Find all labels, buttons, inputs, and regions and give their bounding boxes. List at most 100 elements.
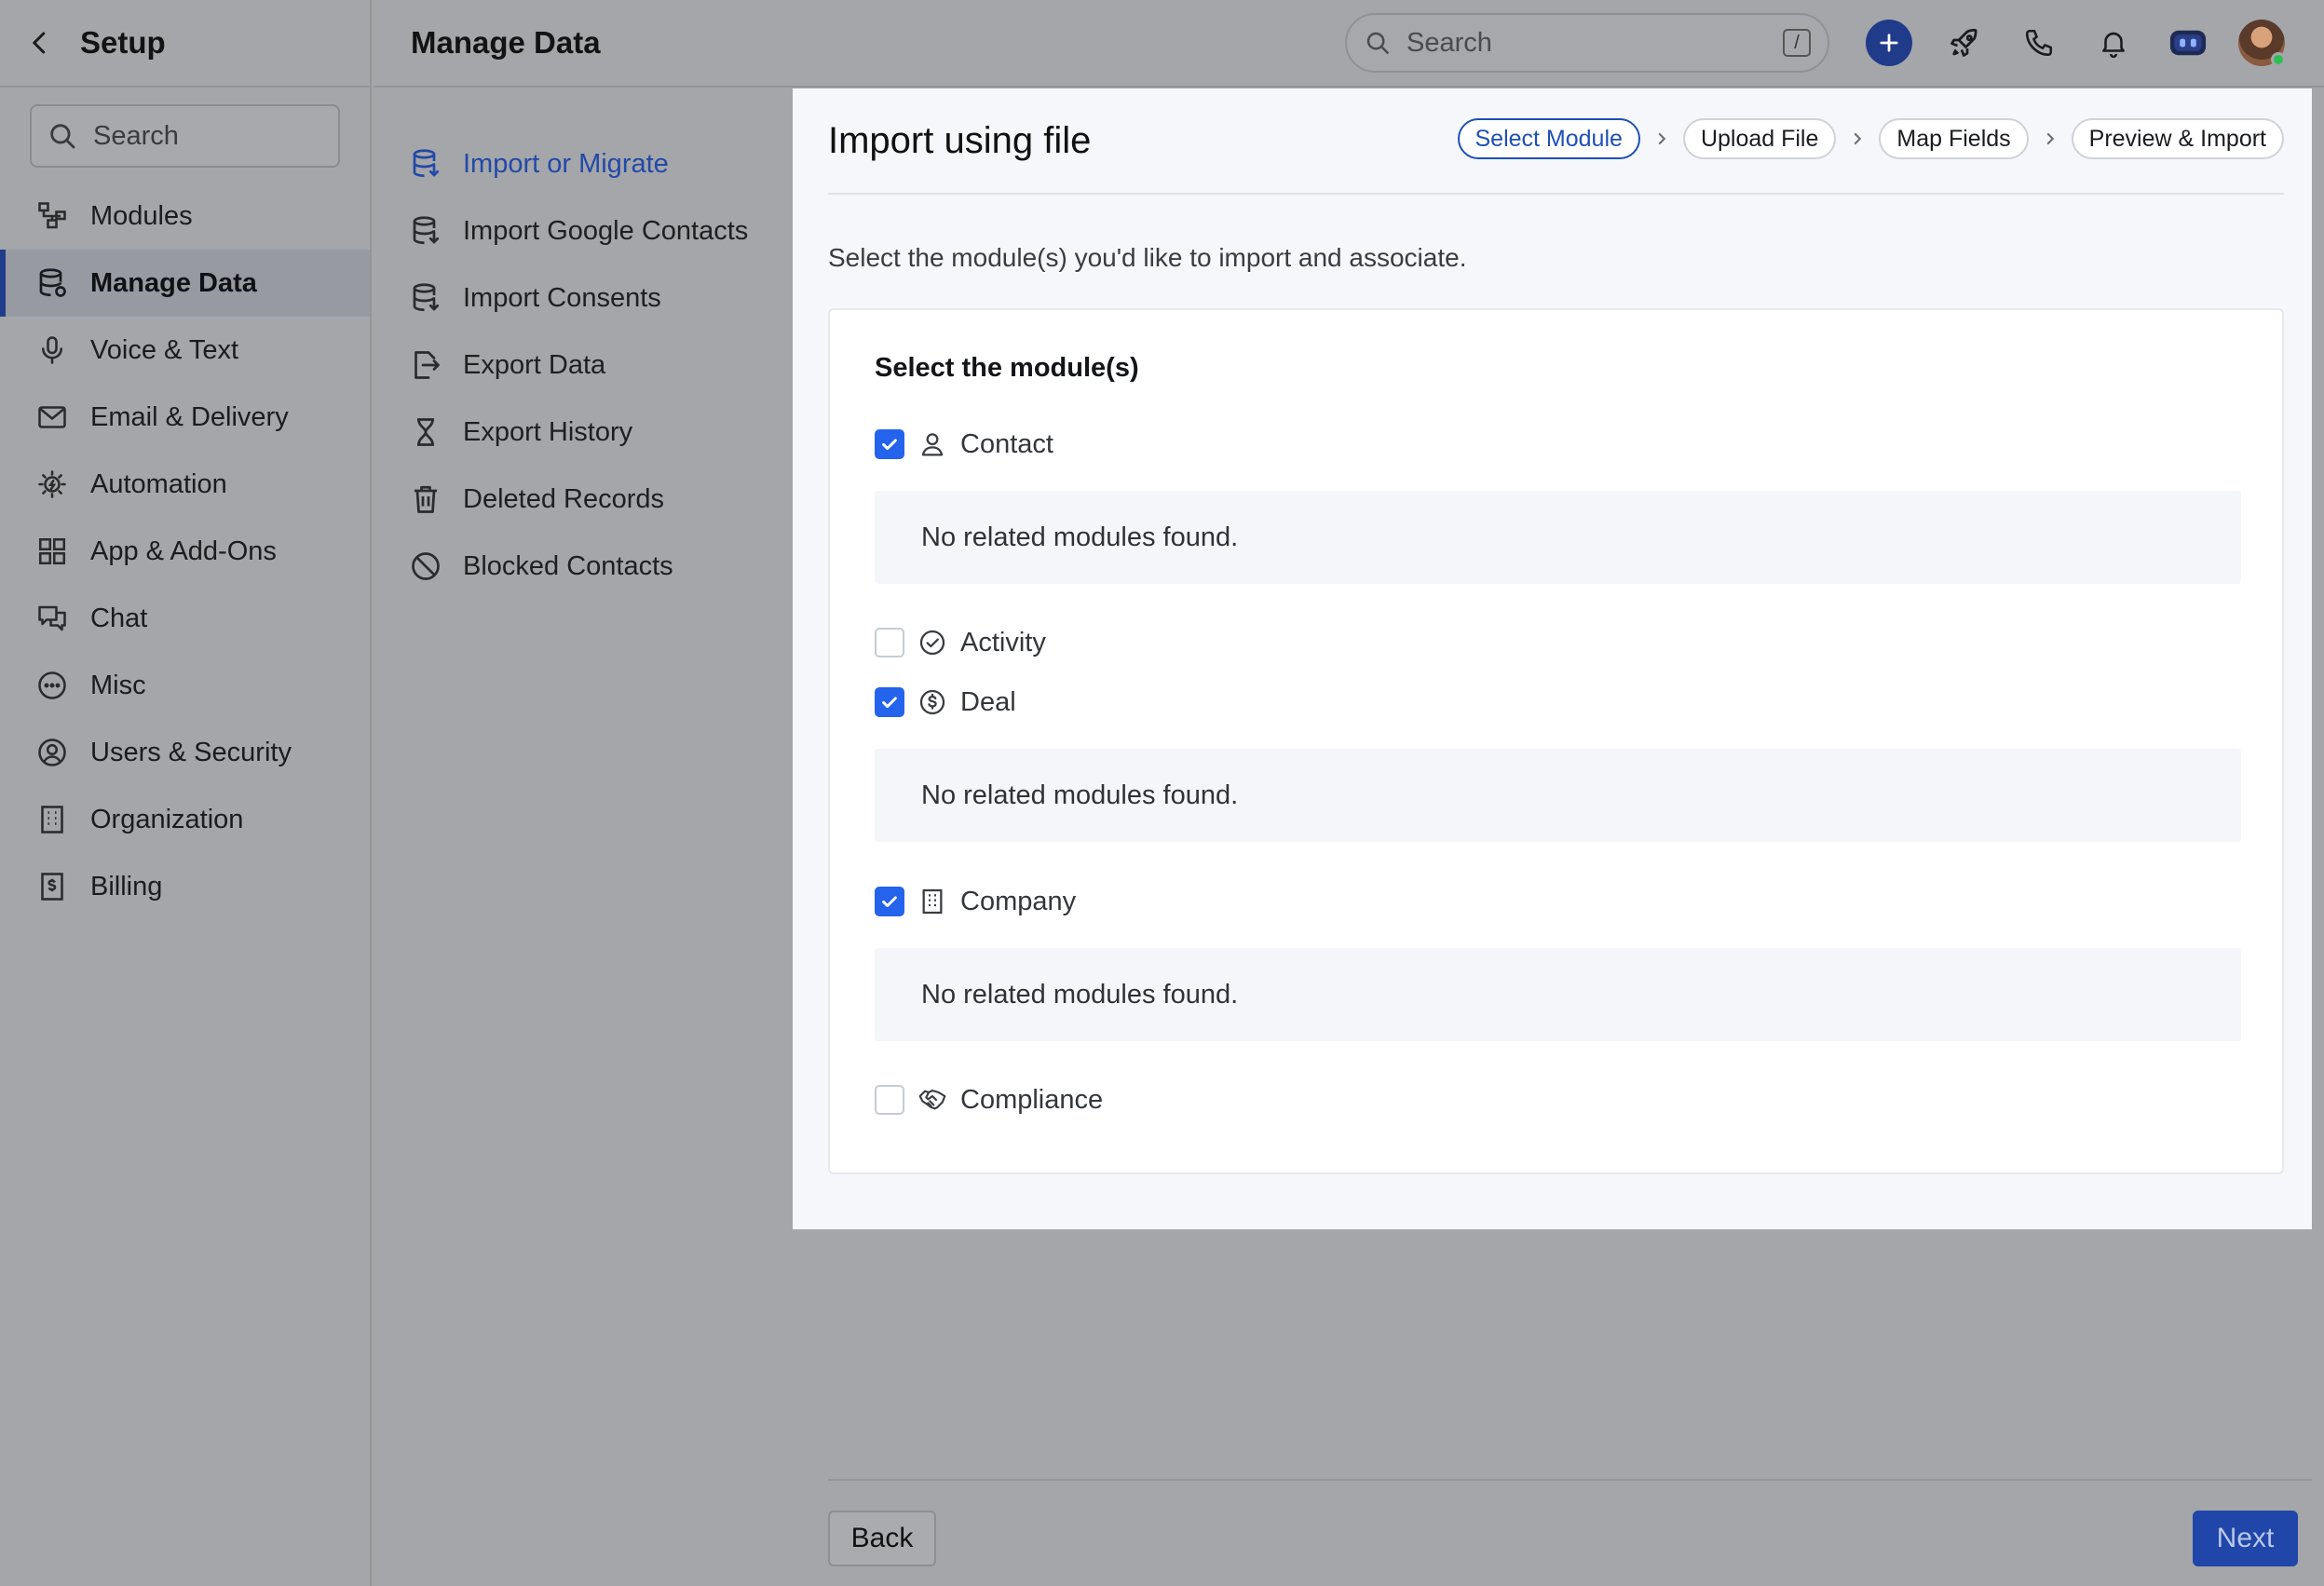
submenu-item-import-google-contacts[interactable]: Import Google Contacts xyxy=(374,197,793,264)
sidebar-item-organization[interactable]: Organization xyxy=(0,786,370,853)
submenu-item-label: Export History xyxy=(463,416,633,447)
sidebar-item-label: Voice & Text xyxy=(90,334,239,365)
sidebar-item-billing[interactable]: Billing xyxy=(0,853,370,920)
apps-grid-icon xyxy=(38,537,66,565)
step-upload-file[interactable]: Upload File xyxy=(1682,118,1837,159)
rocket-icon xyxy=(1950,29,1977,57)
user-avatar[interactable] xyxy=(2238,20,2286,67)
company-checkbox[interactable] xyxy=(875,887,904,916)
sidebar-item-users-security[interactable]: Users & Security xyxy=(0,719,370,786)
sidebar-item-misc[interactable]: Misc xyxy=(0,652,370,719)
step-map-fields[interactable]: Map Fields xyxy=(1879,118,2029,159)
phone-icon xyxy=(2025,29,2053,57)
sidebar-search[interactable] xyxy=(30,104,340,168)
contact-checkbox[interactable] xyxy=(875,429,904,459)
related-modules-contact: No related modules found. xyxy=(875,491,2241,584)
manage-data-submenu: Import or Migrate Import Google Contacts… xyxy=(374,89,793,600)
modal-description: Select the module(s) you'd like to impor… xyxy=(828,243,1467,272)
sidebar-item-email-delivery[interactable]: Email & Delivery xyxy=(0,384,370,451)
module-label: Deal xyxy=(960,686,1016,717)
online-status-dot xyxy=(2271,52,2286,67)
sidebar-title: Setup xyxy=(80,25,166,60)
building-icon xyxy=(922,888,943,915)
launch-button[interactable] xyxy=(1940,19,1989,67)
database-import-icon xyxy=(413,283,440,312)
module-row-compliance[interactable]: Compliance xyxy=(875,1081,1103,1118)
step-select-module[interactable]: Select Module xyxy=(1457,118,1640,159)
back-arrow-icon[interactable] xyxy=(26,29,54,57)
hourglass-icon xyxy=(417,418,434,446)
back-button[interactable]: Back xyxy=(828,1511,936,1566)
trash-icon xyxy=(415,485,437,513)
module-row-contact[interactable]: Contact xyxy=(875,426,1053,463)
sidebar-item-label: Organization xyxy=(90,804,244,834)
step-separator xyxy=(2029,132,2072,145)
submenu-item-export-history[interactable]: Export History xyxy=(374,399,793,466)
next-button[interactable]: Next xyxy=(2193,1511,2298,1566)
sidebar-item-chat[interactable]: Chat xyxy=(0,585,370,652)
search-shortcut-key: / xyxy=(1783,29,1811,57)
modal-header: Import using file Select Module Upload F… xyxy=(828,88,2284,195)
phone-button[interactable] xyxy=(2015,19,2063,67)
global-search-input[interactable] xyxy=(1407,27,1760,59)
step-separator xyxy=(1836,132,1879,145)
sidebar-item-voice-text[interactable]: Voice & Text xyxy=(0,317,370,384)
module-row-company[interactable]: Company xyxy=(875,883,1076,920)
search-icon xyxy=(50,124,75,149)
database-import-icon xyxy=(413,216,440,245)
submenu-item-import-consents[interactable]: Import Consents xyxy=(374,264,793,332)
microphone-icon xyxy=(41,336,63,364)
automation-gear-icon xyxy=(38,470,66,498)
submenu-item-label: Export Data xyxy=(463,349,606,380)
chat-bubbles-icon xyxy=(38,605,66,631)
notifications-button[interactable] xyxy=(2089,19,2138,67)
setup-sidebar: Setup Modules Manage Data Voice & Text E… xyxy=(0,0,372,1586)
database-import-icon xyxy=(413,149,440,178)
module-label: Company xyxy=(960,886,1077,916)
dollar-circle-icon xyxy=(919,689,945,715)
envelope-icon xyxy=(38,406,66,428)
activity-checkbox[interactable] xyxy=(875,628,904,657)
receipt-dollar-icon xyxy=(41,873,63,901)
wizard-steps: Select Module Upload File Map Fields Pre… xyxy=(1457,118,2284,159)
module-row-deal[interactable]: Deal xyxy=(875,684,1016,721)
more-horizontal-icon xyxy=(38,671,66,699)
compliance-checkbox[interactable] xyxy=(875,1085,904,1115)
bot-icon xyxy=(2169,30,2207,56)
assistant-button[interactable] xyxy=(2164,19,2212,67)
submenu-item-label: Import Consents xyxy=(463,282,661,313)
top-bar: Manage Data / xyxy=(374,0,2324,88)
sidebar-item-label: Email & Delivery xyxy=(90,401,289,432)
sidebar-search-input[interactable] xyxy=(93,120,317,152)
sidebar-item-modules[interactable]: Modules xyxy=(0,183,370,250)
handshake-icon xyxy=(918,1089,946,1110)
import-modal: Import using file Select Module Upload F… xyxy=(793,88,2312,1229)
sidebar-item-label: Automation xyxy=(90,468,227,499)
module-label: Activity xyxy=(960,627,1046,657)
step-separator xyxy=(1640,132,1683,145)
submenu-item-import-migrate[interactable]: Import or Migrate xyxy=(374,130,793,197)
submenu-item-deleted-records[interactable]: Deleted Records xyxy=(374,466,793,533)
submenu-item-export-data[interactable]: Export Data xyxy=(374,332,793,399)
chevron-right-icon xyxy=(1658,132,1666,145)
sidebar-item-automation[interactable]: Automation xyxy=(0,451,370,518)
modal-title: Import using file xyxy=(828,120,1092,161)
sidebar-header: Setup xyxy=(0,0,370,88)
submenu-item-blocked-contacts[interactable]: Blocked Contacts xyxy=(374,533,793,600)
deal-checkbox[interactable] xyxy=(875,687,904,717)
sidebar-item-app-addons[interactable]: App & Add-Ons xyxy=(0,518,370,585)
step-preview-import[interactable]: Preview & Import xyxy=(2071,118,2284,159)
module-label: Compliance xyxy=(960,1084,1104,1115)
module-row-activity[interactable]: Activity xyxy=(875,624,1046,661)
sidebar-item-manage-data[interactable]: Manage Data xyxy=(0,250,370,317)
plus-icon xyxy=(1880,34,1898,52)
checkmark-icon xyxy=(882,439,897,451)
sidebar-item-label: Manage Data xyxy=(90,267,257,298)
submenu-item-label: Import or Migrate xyxy=(463,148,669,179)
related-modules-company: No related modules found. xyxy=(875,948,2241,1041)
sidebar-item-label: App & Add-Ons xyxy=(90,535,277,566)
user-circle-icon xyxy=(38,739,66,766)
create-new-button[interactable] xyxy=(1866,20,1912,66)
checkmark-icon xyxy=(882,896,897,908)
global-search[interactable]: / xyxy=(1345,13,1829,73)
